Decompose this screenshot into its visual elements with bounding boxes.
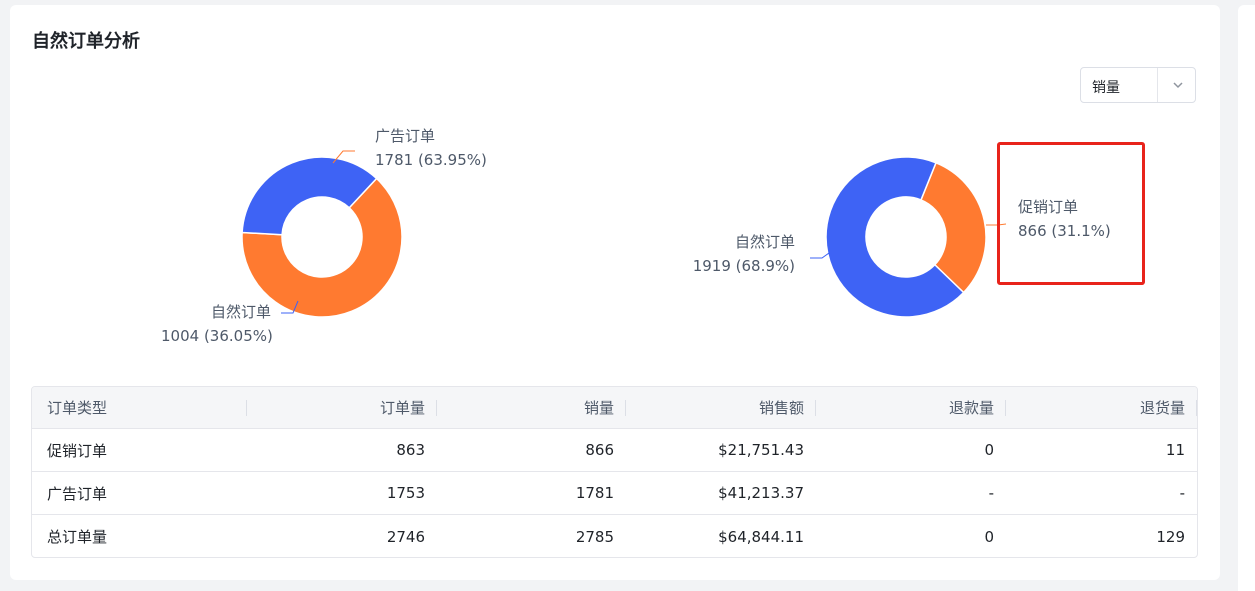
cell-type: 广告订单	[47, 484, 108, 503]
order-analysis-card: 自然订单分析 销量 广告订单 1781 (63.95%) 自然订单 1004 (…	[10, 5, 1220, 580]
chevron-down-icon[interactable]	[1171, 78, 1185, 92]
table-row: 总订单量 2746 2785 $64,844.11 0 129	[32, 515, 1197, 557]
page-title: 自然订单分析	[32, 31, 140, 52]
header-refund-count: 退款量	[816, 387, 1006, 428]
header-sales-amount: 销售额	[626, 387, 816, 428]
metric-select[interactable]: 销量	[1080, 67, 1196, 103]
right-organic-label: 自然订单 1919 (68.9%)	[690, 230, 795, 278]
adjacent-panel-edge	[1238, 5, 1255, 591]
header-order-type: 订单类型	[32, 387, 247, 428]
cell-sales-amount: $41,213.37	[718, 484, 804, 502]
cell-refund-count: 0	[984, 441, 994, 459]
table-row: 促销订单 863 866 $21,751.43 0 11	[32, 429, 1197, 472]
cell-order-count: 863	[396, 441, 425, 459]
cell-order-count: 1753	[386, 484, 425, 502]
header-return-count: 退货量	[1006, 387, 1197, 428]
table-row: 广告订单 1753 1781 $41,213.37 - -	[32, 472, 1197, 515]
cell-type: 总订单量	[47, 528, 108, 546]
cell-sales-amount: $64,844.11	[718, 527, 804, 546]
header-order-count: 订单量	[247, 387, 437, 428]
table-header: 订单类型 订单量 销量 销售额 退款量 退货量	[32, 387, 1197, 429]
cell-return-count: 129	[1156, 527, 1185, 546]
cell-sales-amount: $21,751.43	[718, 441, 804, 459]
metric-select-value: 销量	[1092, 80, 1120, 96]
left-ad-name: 广告订单	[375, 127, 436, 145]
cell-refund-count: -	[988, 484, 994, 502]
right-label-lines	[810, 223, 1007, 259]
left-ad-value: 1781 (63.95%)	[375, 151, 487, 169]
left-label-lines	[281, 150, 355, 314]
cell-sales-volume: 2785	[575, 527, 614, 546]
right-organic-name: 自然订单	[734, 233, 795, 251]
cell-sales-volume: 1781	[575, 484, 614, 502]
cell-return-count: -	[1179, 484, 1185, 502]
cell-order-count: 2746	[386, 527, 425, 546]
cell-return-count: 11	[1165, 441, 1185, 459]
cell-refund-count: 0	[984, 527, 994, 546]
cell-sales-volume: 866	[585, 441, 614, 459]
cell-type: 促销订单	[47, 441, 108, 460]
right-organic-value: 1919 (68.9%)	[692, 257, 795, 275]
left-organic-label: 自然订单 1004 (36.05%)	[161, 300, 273, 348]
select-divider	[1157, 68, 1158, 102]
order-table: 订单类型 订单量 销量 销售额 退款量 退货量 促销订单 863 866 $21…	[31, 386, 1198, 558]
left-organic-value: 1004 (36.05%)	[161, 327, 273, 345]
left-ad-label: 广告订单 1781 (63.95%)	[375, 124, 487, 172]
left-organic-name: 自然订单	[210, 303, 271, 321]
highlight-box	[997, 142, 1145, 285]
header-sales-volume: 销量	[437, 387, 626, 428]
